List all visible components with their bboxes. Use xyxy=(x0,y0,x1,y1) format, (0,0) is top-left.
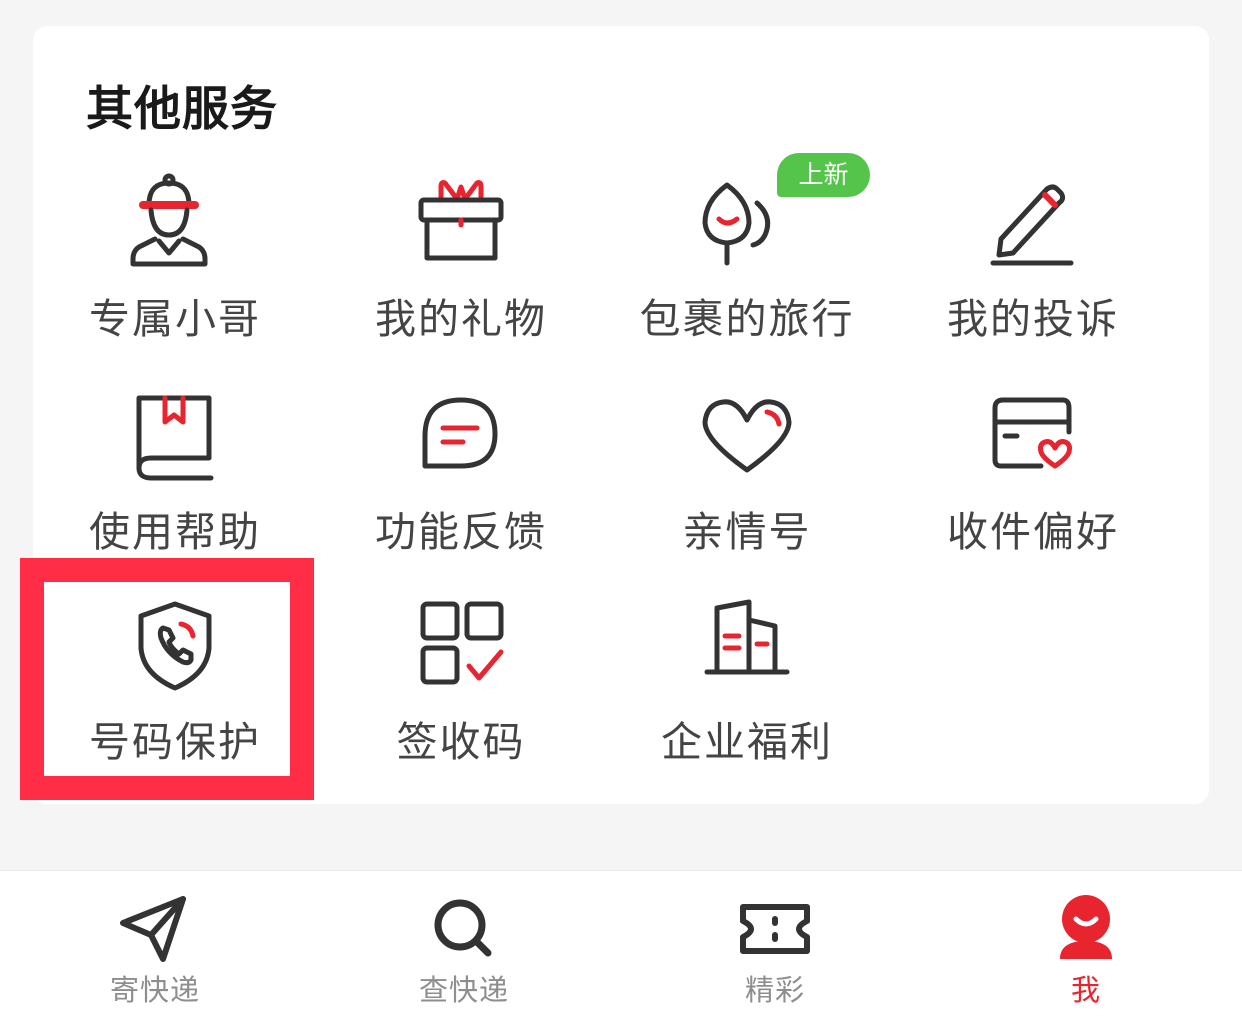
courier-icon xyxy=(125,173,225,273)
tab-send[interactable]: 寄快递 xyxy=(55,871,255,1016)
tab-label: 寄快递 xyxy=(109,973,200,1007)
user-icon xyxy=(1046,889,1126,969)
tab-label: 精彩 xyxy=(744,973,805,1007)
service-label: 企业福利 xyxy=(661,718,833,766)
new-badge: 上新 xyxy=(777,153,870,197)
service-gift[interactable]: 我的礼物 xyxy=(318,173,604,373)
gift-icon xyxy=(411,173,511,273)
service-sign-code[interactable]: 签收码 xyxy=(318,596,604,796)
service-label: 我的投诉 xyxy=(947,295,1119,343)
service-travel[interactable]: 包裹的旅行 xyxy=(604,173,890,373)
service-label: 专属小哥 xyxy=(89,295,261,343)
tab-highlights[interactable]: 精彩 xyxy=(675,871,875,1016)
building-icon xyxy=(697,596,797,696)
send-icon xyxy=(115,889,195,969)
service-label: 使用帮助 xyxy=(89,508,261,556)
search-icon xyxy=(424,889,504,969)
service-label: 收件偏好 xyxy=(947,508,1119,556)
service-label: 功能反馈 xyxy=(375,508,547,556)
service-courier[interactable]: 专属小哥 xyxy=(32,173,318,373)
bottom-tab-bar: 寄快递 查快递 精彩 我 xyxy=(0,870,1242,1016)
service-help[interactable]: 使用帮助 xyxy=(32,386,318,586)
service-family-number[interactable]: 亲情号 xyxy=(604,386,890,586)
tab-track[interactable]: 查快递 xyxy=(364,871,564,1016)
service-label: 我的礼物 xyxy=(375,295,547,343)
service-enterprise-benefits[interactable]: 企业福利 xyxy=(604,596,890,796)
service-label: 签收码 xyxy=(396,718,526,766)
book-icon xyxy=(125,386,225,486)
ticket-icon xyxy=(735,889,815,969)
tab-me[interactable]: 我 xyxy=(986,871,1186,1016)
highlight-box xyxy=(20,558,314,800)
service-label: 亲情号 xyxy=(682,508,812,556)
section-title: 其他服务 xyxy=(86,82,278,137)
service-feedback[interactable]: 功能反馈 xyxy=(318,386,604,586)
pen-icon xyxy=(983,173,1083,273)
tab-label: 我 xyxy=(1070,973,1101,1007)
service-receive-preference[interactable]: 收件偏好 xyxy=(890,386,1176,586)
service-complaint[interactable]: 我的投诉 xyxy=(890,173,1176,373)
code-check-icon xyxy=(411,596,511,696)
tab-label: 查快递 xyxy=(418,973,509,1007)
heart-icon xyxy=(697,386,797,486)
chat-icon xyxy=(411,386,511,486)
service-label: 包裹的旅行 xyxy=(639,295,855,343)
card-heart-icon xyxy=(983,386,1083,486)
